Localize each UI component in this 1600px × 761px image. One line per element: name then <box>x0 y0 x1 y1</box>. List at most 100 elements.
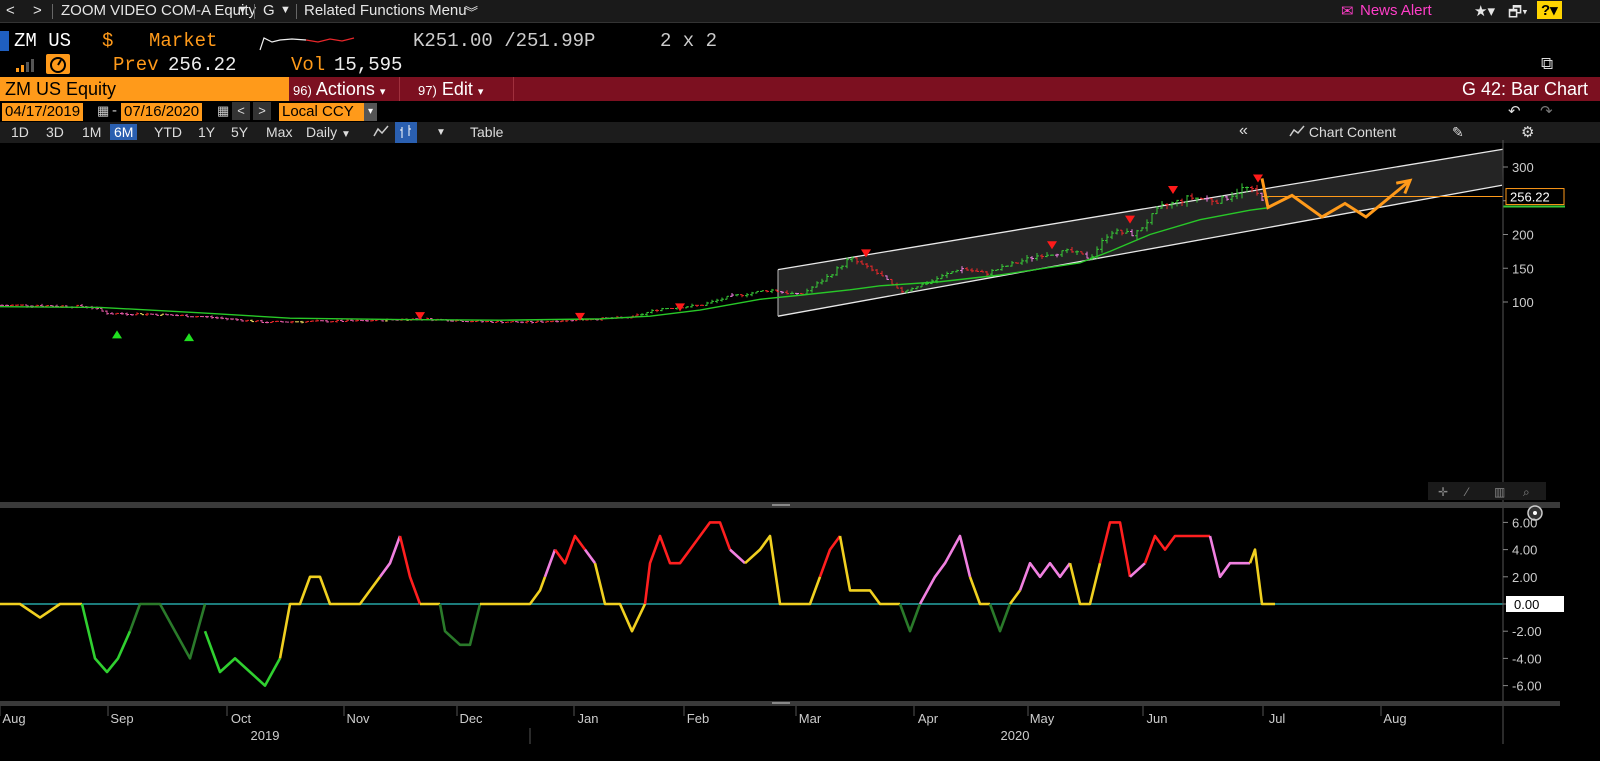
osc-axis-label: -6.00 <box>1512 679 1542 694</box>
osc-value-tag: 0.00 <box>1514 597 1539 612</box>
period-button-1m[interactable]: 1M <box>82 124 101 140</box>
news-alert-button[interactable]: News Alert <box>1360 2 1432 19</box>
market-mode: Market <box>149 30 218 52</box>
price-axis: 100 150 200 300 256.22 <box>1503 160 1565 310</box>
period-button-6m[interactable]: 6M <box>110 124 138 140</box>
oscillator-segment <box>583 548 597 564</box>
chevron-down-icon: ▼ <box>341 129 351 140</box>
mail-icon[interactable]: ✉ <box>1341 2 1354 20</box>
oscillator-segment <box>838 535 900 606</box>
calendar-icon[interactable]: ▦ <box>217 103 229 119</box>
trend-channel-fill <box>778 149 1503 317</box>
frequency-label: Daily <box>306 124 338 140</box>
magnifier-icon[interactable]: ⌕ <box>1523 485 1530 499</box>
oscillator-segment <box>378 535 402 578</box>
security-field[interactable]: ZM US Equity <box>0 77 289 101</box>
table-icon[interactable]: ▥ <box>1494 485 1505 499</box>
panel-options-dot <box>1533 511 1537 515</box>
osc-axis-label: 2.00 <box>1512 570 1537 585</box>
period-button-1d[interactable]: 1D <box>11 124 29 140</box>
chart-tools: ✛ ⁄ ▥ ⌕ <box>1428 482 1546 500</box>
table-button[interactable]: Table <box>470 124 503 140</box>
oscillator-segment <box>744 534 822 606</box>
bell-icon[interactable]: 🗗▾ <box>1508 2 1528 27</box>
actions-label: Actions <box>315 79 375 99</box>
chevron-double-left-icon[interactable]: « <box>1239 122 1248 140</box>
nav-divider <box>296 4 297 19</box>
channel-upper-line <box>777 148 1504 271</box>
oscillator-segment <box>543 549 557 578</box>
chevron-down-icon[interactable]: ▼ <box>280 4 291 16</box>
period-button-1y[interactable]: 1Y <box>198 124 215 140</box>
month-label: Aug <box>2 711 25 726</box>
end-date-field[interactable]: 07/16/2020 <box>121 103 203 121</box>
price-axis-label: 300 <box>1512 160 1534 175</box>
currency: $ <box>102 30 114 52</box>
star-icon[interactable]: ★▾ <box>1474 2 1495 20</box>
ticker-marker <box>0 31 9 51</box>
chevron-double-down-icon[interactable]: ︾ <box>465 2 478 21</box>
chevron-down-icon[interactable]: ▼ <box>436 127 446 138</box>
oscillator-segment <box>1068 562 1102 606</box>
ticker: ZM US <box>14 30 72 52</box>
forward-button[interactable]: > <box>33 2 42 19</box>
last-price-tag: 256.22 <box>1510 190 1550 205</box>
crosshair-icon[interactable]: ✛ <box>1438 485 1448 499</box>
related-functions-menu[interactable]: Related Functions Menu <box>304 2 467 19</box>
nav-divider <box>254 4 255 19</box>
chevron-down-icon[interactable]: ▾ <box>364 103 377 121</box>
oscillator-panel[interactable] <box>0 521 1503 687</box>
chart-area[interactable]: 100 150 200 300 256.22 ✛ ⁄ ▥ ⌕ 6.00 4.00 2.00 0… <box>0 140 1600 761</box>
edit-menu[interactable]: 97) Edit ▾ <box>418 77 514 101</box>
month-label: Feb <box>687 711 709 726</box>
chevron-down-icon[interactable]: ▼ <box>237 4 248 16</box>
osc-axis-label: -4.00 <box>1512 651 1542 666</box>
price-axis-label: 100 <box>1512 295 1534 310</box>
currency-select[interactable]: Local CCY <box>279 103 369 121</box>
period-button-max[interactable]: Max <box>266 124 292 140</box>
edit-number: 97) <box>418 83 437 98</box>
function-menu[interactable]: G <box>263 2 275 19</box>
oscillator-segment <box>1248 548 1275 606</box>
price-panel[interactable] <box>0 148 1565 342</box>
chart-name: G 42: Bar Chart <box>1461 79 1588 99</box>
panel-resize-handle[interactable] <box>772 504 790 506</box>
month-label: Dec <box>459 711 483 726</box>
bid-ask-size: 2 x 2 <box>660 30 718 52</box>
calendar-icon[interactable]: ▦ <box>97 103 109 119</box>
pencil-icon[interactable]: ✎ <box>1452 124 1464 141</box>
oscillator-segment <box>1018 561 1072 591</box>
price-axis-label: 150 <box>1512 261 1534 276</box>
next-period-button[interactable]: > <box>253 102 271 120</box>
oscillator-segment <box>1008 589 1022 605</box>
oscillator-segment <box>128 602 207 660</box>
line-chart-icon[interactable] <box>373 124 389 141</box>
month-label: Oct <box>231 711 252 726</box>
command-bar: ZM US Equity 96) Actions ▾ 97) Edit ▾ G … <box>0 77 1600 101</box>
expand-icon[interactable]: ⧉ <box>1541 54 1553 74</box>
oscillator-segment <box>553 534 587 565</box>
frequency-select[interactable]: Daily ▼ <box>306 124 351 140</box>
oscillator-segment <box>918 534 972 605</box>
oscillator-segment <box>480 576 547 606</box>
redo-icon[interactable]: ↷ <box>1540 102 1553 120</box>
oscillator-segment <box>593 562 647 633</box>
security-menu[interactable]: ZOOM VIDEO COM-A Equity <box>61 2 256 19</box>
month-label: Mar <box>799 711 822 726</box>
period-button-5y[interactable]: 5Y <box>231 124 248 140</box>
actions-menu[interactable]: 96) Actions ▾ <box>291 77 400 101</box>
chart-content-button[interactable]: Chart Content <box>1289 124 1396 140</box>
time-axis: Aug Sep Oct Nov Dec Jan Feb Mar Apr May Jun Jul Aug 2… <box>0 706 1504 744</box>
previous-period-button[interactable]: < <box>232 102 250 120</box>
gear-icon[interactable]: ⚙ <box>1521 123 1534 141</box>
gauge-icon[interactable] <box>46 54 70 74</box>
period-button-ytd[interactable]: YTD <box>154 124 182 140</box>
oscillator-segment <box>80 603 132 674</box>
start-date-field[interactable]: 04/17/2019 <box>2 103 84 121</box>
intraday-sparkline <box>259 37 355 51</box>
back-button[interactable]: < <box>6 2 15 19</box>
undo-icon[interactable]: ↶ <box>1508 102 1521 120</box>
help-icon[interactable]: ?▾ <box>1537 1 1562 19</box>
period-button-3d[interactable]: 3D <box>46 124 64 140</box>
panel-resize-handle[interactable] <box>772 702 790 704</box>
